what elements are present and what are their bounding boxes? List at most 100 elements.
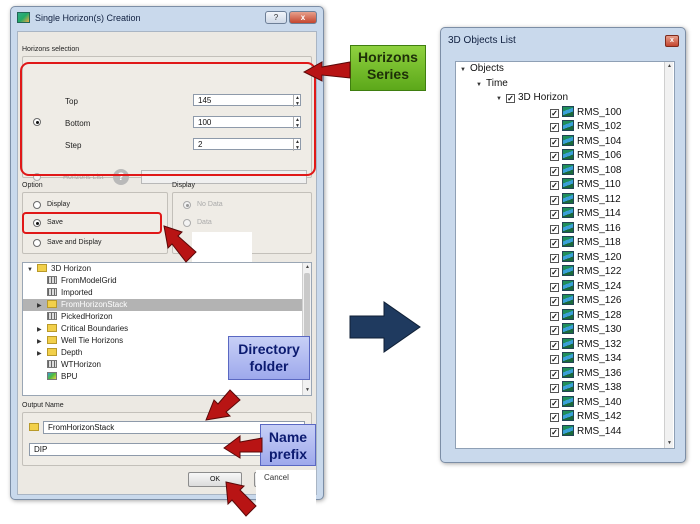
rms-item-label: RMS_126: [577, 295, 622, 306]
rms-checkbox[interactable]: ✓: [550, 108, 559, 118]
horizon-surface-icon: [562, 134, 574, 146]
rms-item[interactable]: ✓ RMS_112: [456, 192, 674, 208]
horizon-surface-icon: [562, 395, 574, 407]
horizon-surface-icon: [562, 410, 574, 421]
rms-item-label: RMS_136: [577, 367, 622, 379]
objects-panel: 3D Objects List x ▼ Objects ▼ Time ▼ ✓ 3D Ho…: [440, 27, 686, 463]
rms-item[interactable]: ✓ RMS_106: [456, 149, 674, 164]
rms-item[interactable]: ✓ RMS_104: [456, 134, 674, 150]
rms-checkbox[interactable]: ✓: [550, 427, 559, 437]
rms-item-label: RMS_130: [577, 324, 622, 335]
horizon-surface-icon: [562, 323, 574, 334]
rms-checkbox[interactable]: ✓: [550, 224, 559, 234]
rms-checkbox[interactable]: ✓: [550, 340, 559, 350]
objects-scroll-down-icon[interactable]: ▼: [665, 439, 674, 448]
horizon-surface-icon: [562, 366, 574, 378]
objects-tree[interactable]: ▼ Objects ▼ Time ▼ ✓ 3D Horizon ✓ RMS_100 ✓ RMS…: [455, 61, 675, 449]
horizon-surface-icon: [562, 178, 574, 189]
horizon-surface-icon: [562, 352, 574, 363]
rms-checkbox[interactable]: ✓: [550, 384, 559, 393]
rms-item-label: RMS_112: [577, 193, 621, 205]
rms-checkbox[interactable]: ✓: [550, 326, 559, 335]
rms-item-label: RMS_100: [577, 106, 622, 118]
rms-checkbox[interactable]: ✓: [550, 166, 559, 176]
rms-checkbox[interactable]: ✓: [550, 297, 559, 306]
arrow-to-ok-icon: [225, 481, 257, 517]
rms-checkbox[interactable]: ✓: [550, 398, 559, 408]
horizon-label: 3D Horizon: [518, 92, 569, 103]
arrow-to-folder-icon: [205, 389, 241, 421]
rms-item[interactable]: ✓ RMS_140: [456, 395, 674, 411]
horizon-surface-icon: [562, 207, 574, 218]
rms-item[interactable]: ✓ RMS_114: [456, 207, 674, 222]
rms-item[interactable]: ✓ RMS_120: [456, 250, 674, 266]
arrow-to-horizons-icon: [302, 61, 351, 82]
rms-item[interactable]: ✓ RMS_136: [456, 366, 674, 382]
rms-item[interactable]: ✓ RMS_122: [456, 265, 674, 280]
horizon-surface-icon: [562, 265, 574, 276]
horizon-surface-icon: [562, 192, 574, 204]
objects-panel-close-button[interactable]: x: [665, 35, 679, 47]
rms-item-label: RMS_120: [577, 251, 622, 263]
collapse-arrow-icon[interactable]: ▼: [476, 78, 486, 92]
rms-item[interactable]: ✓ RMS_134: [456, 352, 674, 367]
rms-checkbox[interactable]: ✓: [550, 355, 559, 364]
objects-root-row[interactable]: ▼ Objects: [456, 62, 674, 77]
rms-item-label: RMS_108: [577, 164, 622, 176]
arrow-to-save-icon: [163, 225, 197, 263]
rms-item-label: RMS_128: [577, 309, 622, 321]
rms-item[interactable]: ✓ RMS_110: [456, 178, 674, 193]
rms-item[interactable]: ✓ RMS_132: [456, 337, 674, 353]
horizon-checkbox[interactable]: ✓: [506, 94, 515, 103]
rms-checkbox[interactable]: ✓: [550, 137, 559, 147]
horizon-surface-icon: [562, 163, 574, 175]
objects-scrollbar[interactable]: ▲ ▼: [664, 62, 673, 448]
rms-checkbox[interactable]: ✓: [550, 253, 559, 263]
rms-item[interactable]: ✓ RMS_144: [456, 424, 674, 440]
rms-checkbox[interactable]: ✓: [550, 210, 559, 219]
rms-item-label: RMS_134: [577, 353, 622, 364]
rms-item[interactable]: ✓ RMS_126: [456, 294, 674, 309]
rms-item[interactable]: ✓ RMS_128: [456, 308, 674, 324]
horizon-surface-icon: [562, 221, 574, 233]
horizon-surface-icon: [562, 294, 574, 305]
rms-item-label: RMS_116: [577, 222, 621, 234]
time-row[interactable]: ▼ Time: [456, 77, 674, 92]
horizon-surface-icon: [562, 105, 574, 117]
rms-checkbox[interactable]: ✓: [550, 413, 559, 422]
horizon-surface-icon: [562, 149, 574, 160]
rms-item[interactable]: ✓ RMS_100: [456, 105, 674, 121]
rms-checkbox[interactable]: ✓: [550, 239, 559, 248]
rms-checkbox[interactable]: ✓: [550, 123, 559, 132]
rms-item-label: RMS_138: [577, 382, 622, 393]
rms-item[interactable]: ✓ RMS_102: [456, 120, 674, 135]
rms-checkbox[interactable]: ✓: [550, 311, 559, 321]
rms-checkbox[interactable]: ✓: [550, 181, 559, 190]
objects-panel-title: 3D Objects List: [448, 35, 516, 46]
horizon-surface-icon: [562, 424, 574, 436]
rms-checkbox[interactable]: ✓: [550, 195, 559, 205]
horizon-surface-icon: [562, 308, 574, 320]
rms-item[interactable]: ✓ RMS_138: [456, 381, 674, 396]
collapse-arrow-icon[interactable]: ▼: [496, 92, 506, 106]
collapse-arrow-icon[interactable]: ▼: [460, 63, 470, 77]
arrow-to-prefix-icon: [223, 435, 263, 459]
rms-item-label: RMS_140: [577, 396, 622, 408]
horizon-surface-icon: [562, 279, 574, 291]
rms-item[interactable]: ✓ RMS_142: [456, 410, 674, 425]
rms-checkbox[interactable]: ✓: [550, 152, 559, 161]
rms-item-label: RMS_124: [577, 280, 622, 292]
objects-scroll-up-icon[interactable]: ▲: [665, 62, 674, 71]
rms-checkbox[interactable]: ✓: [550, 369, 559, 379]
time-label: Time: [486, 77, 508, 89]
rms-item-label: RMS_106: [577, 150, 622, 161]
rms-item[interactable]: ✓ RMS_108: [456, 163, 674, 179]
big-right-arrow-icon: [349, 301, 421, 353]
horizon-row[interactable]: ▼ ✓ 3D Horizon: [456, 91, 674, 106]
rms-item[interactable]: ✓ RMS_116: [456, 221, 674, 237]
rms-item[interactable]: ✓ RMS_130: [456, 323, 674, 338]
rms-checkbox[interactable]: ✓: [550, 268, 559, 277]
rms-checkbox[interactable]: ✓: [550, 282, 559, 292]
rms-item[interactable]: ✓ RMS_124: [456, 279, 674, 295]
rms-item[interactable]: ✓ RMS_118: [456, 236, 674, 251]
